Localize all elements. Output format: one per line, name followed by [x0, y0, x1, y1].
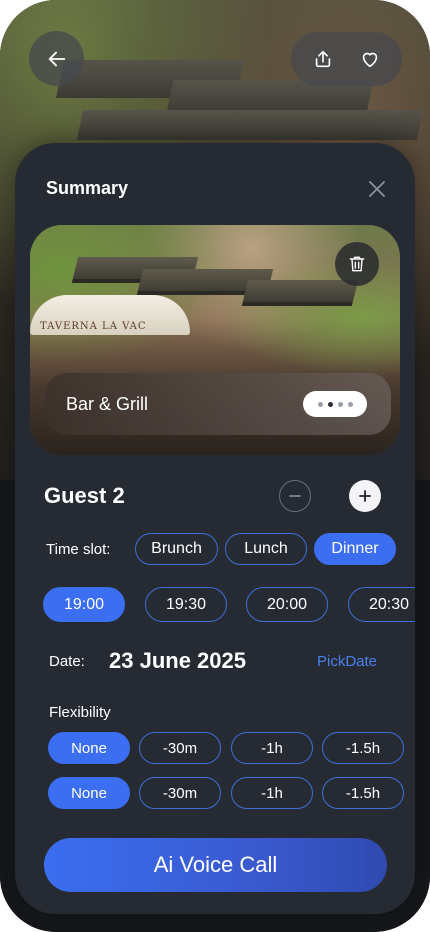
flexibility-option[interactable]: None	[48, 777, 130, 809]
photo-awning	[241, 280, 359, 306]
photo-umbrella-sign: TAVERNA LA VAC	[40, 321, 147, 332]
pick-date-link[interactable]: PickDate	[317, 653, 377, 670]
time-options-scroller[interactable]: 19:00 19:30 20:00 20:30	[15, 587, 415, 623]
minus-icon	[289, 495, 301, 497]
background-awning	[226, 110, 424, 140]
time-slot-label: Time slot:	[46, 541, 111, 558]
ai-voice-call-button[interactable]: Ai Voice Call	[44, 838, 387, 892]
restaurant-label-bar: Bar & Grill	[45, 373, 391, 435]
arrow-left-icon	[48, 51, 65, 66]
flexibility-option[interactable]: -1.5h	[322, 777, 404, 809]
time-option[interactable]: 20:30	[348, 587, 415, 622]
time-option[interactable]: 19:00	[43, 587, 125, 622]
flexibility-option[interactable]: None	[48, 732, 130, 764]
guest-count: Guest 2	[44, 483, 125, 508]
pager-dot-active[interactable]	[327, 401, 333, 407]
flexibility-option[interactable]: -1h	[231, 777, 313, 809]
phone-screen: Summary TAVERNA LA VAC Bar & Grill Guest…	[0, 0, 430, 932]
time-option[interactable]: 19:30	[145, 587, 227, 622]
date-label: Date:	[49, 653, 85, 670]
flexibility-option[interactable]: -1.5h	[322, 732, 404, 764]
share-button[interactable]	[305, 41, 341, 77]
delete-button[interactable]	[335, 242, 379, 286]
pager-dot[interactable]	[347, 401, 353, 407]
date-value: 23 June 2025	[109, 648, 246, 673]
flexibility-option[interactable]: -30m	[139, 732, 221, 764]
time-option[interactable]: 20:00	[246, 587, 328, 622]
favorite-button[interactable]	[352, 41, 388, 77]
trash-icon	[349, 256, 365, 272]
time-slot-dinner[interactable]: Dinner	[314, 533, 396, 565]
flexibility-option[interactable]: -30m	[139, 777, 221, 809]
heart-icon	[363, 52, 378, 68]
restaurant-name: Bar & Grill	[66, 394, 149, 414]
flexibility-option[interactable]: -1h	[231, 732, 313, 764]
header-actions	[291, 32, 402, 86]
close-icon	[369, 181, 385, 197]
image-pager[interactable]	[303, 391, 367, 417]
increase-guests-button[interactable]	[349, 480, 381, 512]
flexibility-label: Flexibility	[49, 704, 111, 721]
back-button[interactable]	[29, 31, 84, 86]
share-icon	[315, 50, 330, 68]
time-slot-brunch[interactable]: Brunch	[135, 533, 218, 565]
summary-sheet: Summary TAVERNA LA VAC Bar & Grill Guest…	[15, 143, 415, 914]
pager-dot[interactable]	[317, 401, 323, 407]
time-slot-lunch[interactable]: Lunch	[225, 533, 307, 565]
background-awning	[76, 110, 234, 140]
restaurant-card[interactable]: TAVERNA LA VAC Bar & Grill	[30, 225, 400, 455]
sheet-title: Summary	[46, 178, 129, 198]
decrease-guests-button[interactable]	[279, 480, 311, 512]
plus-icon	[359, 490, 371, 502]
close-button[interactable]	[365, 177, 389, 201]
pager-dot[interactable]	[337, 401, 343, 407]
